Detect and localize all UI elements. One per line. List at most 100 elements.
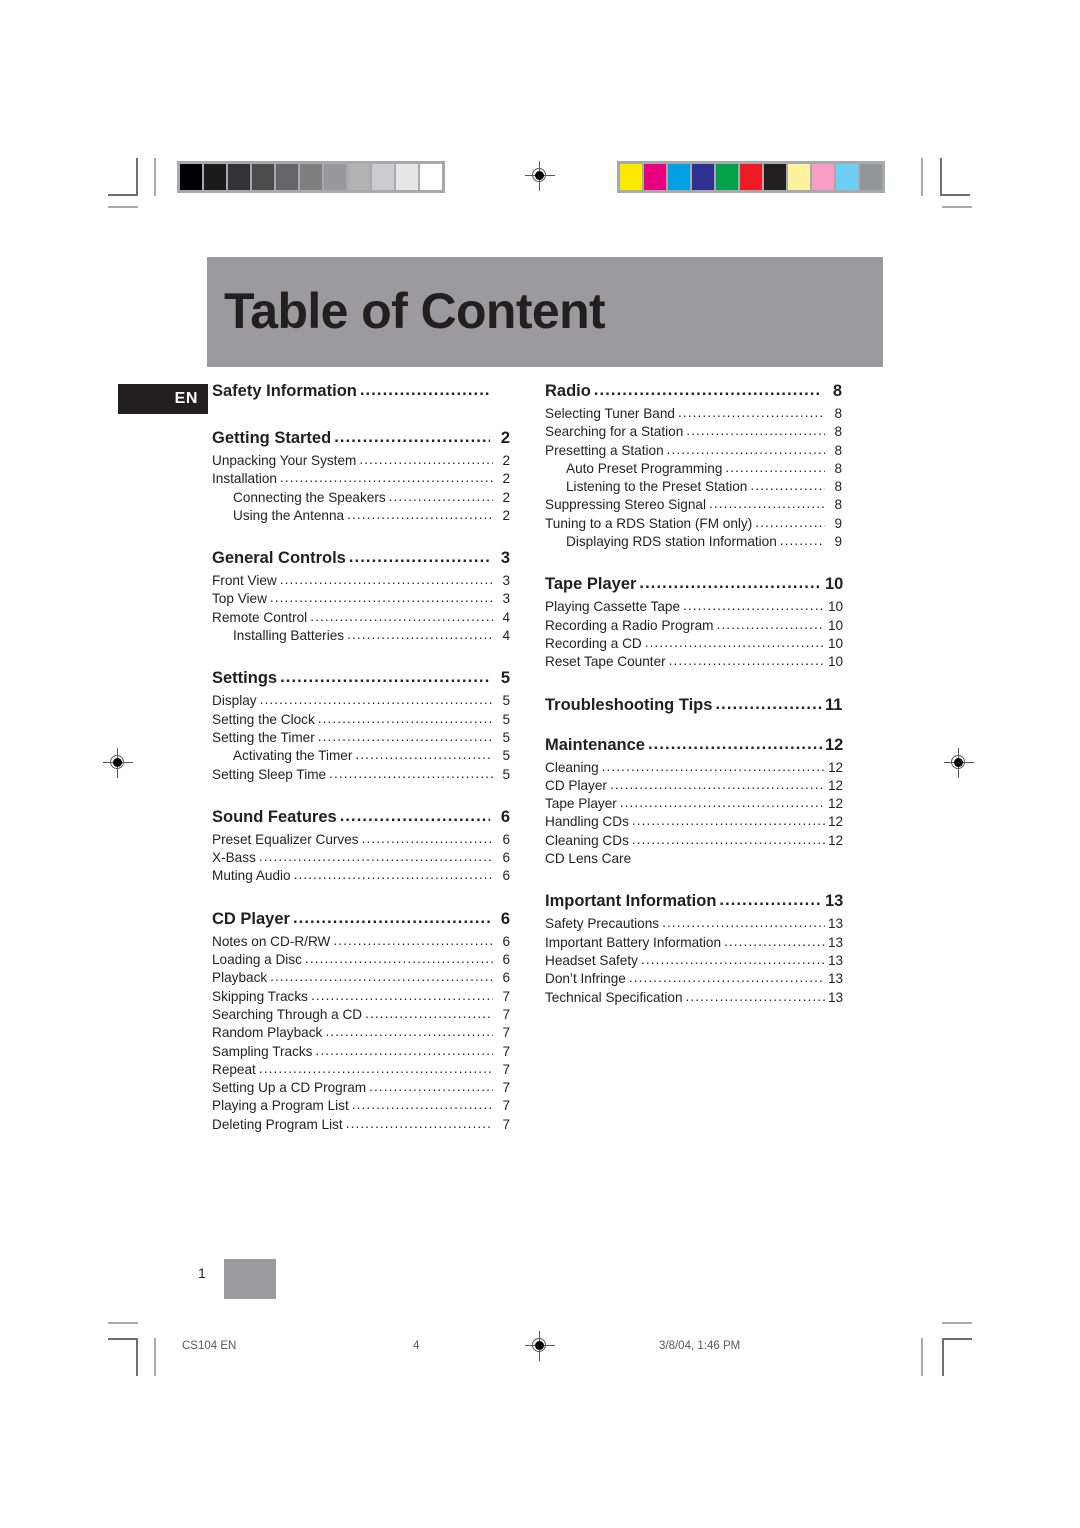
toc-entry[interactable]: CD Player...............................… <box>545 777 843 795</box>
toc-page-number: 6 <box>502 850 510 866</box>
toc-entry[interactable]: Cleaning CDs............................… <box>545 832 844 850</box>
toc-entry[interactable]: Playing a Program List..................… <box>212 1097 510 1115</box>
toc-entry[interactable]: Installing Batteries....................… <box>212 627 510 645</box>
toc-entry[interactable]: Reset Tape Counter......................… <box>545 653 843 671</box>
calibration-swatch <box>763 163 787 191</box>
toc-entry[interactable]: Front View..............................… <box>212 572 510 590</box>
toc-entry[interactable]: Auto Preset Programming.................… <box>545 460 842 478</box>
toc-section-heading[interactable]: Getting Started.........................… <box>212 428 510 449</box>
toc-leader-dots: ........................................… <box>280 668 490 687</box>
toc-entry[interactable]: Random Playback.........................… <box>212 1024 510 1042</box>
toc-section-heading[interactable]: Important Information...................… <box>545 891 843 912</box>
toc-section-heading[interactable]: Sound Features..........................… <box>212 807 510 828</box>
toc-page-number: 6 <box>502 868 510 884</box>
toc-leader-dots: ........................................… <box>361 830 493 846</box>
toc-entry-label: Random Playback <box>212 1025 323 1041</box>
toc-entry-label: Installing Batteries <box>233 628 345 644</box>
toc-entry[interactable]: Activating the Timer....................… <box>212 747 510 765</box>
toc-entry[interactable]: Repeat..................................… <box>212 1061 510 1079</box>
toc-entry[interactable]: Unpacking Your System...................… <box>212 452 510 470</box>
toc-section-heading[interactable]: Maintenance.............................… <box>545 735 843 756</box>
toc-spacer <box>545 551 842 574</box>
toc-section-heading[interactable]: Safety Information......................… <box>212 381 510 402</box>
toc-entry[interactable]: Sampling Tracks.........................… <box>212 1043 510 1061</box>
toc-entry-label: Listening to the Preset Station <box>566 479 748 495</box>
toc-entry[interactable]: Using the Antenna.......................… <box>212 507 510 525</box>
toc-entry[interactable]: CD Lens Care............................… <box>545 850 842 868</box>
toc-section-heading[interactable]: Troubleshooting Tips....................… <box>545 695 842 716</box>
toc-entry[interactable]: Setting the Clock.......................… <box>212 711 510 729</box>
toc-leader-dots: ........................................… <box>619 795 825 811</box>
printed-page: Table of Content EN Safety Information..… <box>0 0 1080 1528</box>
toc-leader-dots: ........................................… <box>677 405 825 420</box>
toc-entry[interactable]: X-Bass..................................… <box>212 849 510 867</box>
toc-entry[interactable]: Playback................................… <box>212 969 510 987</box>
toc-page-number: 3 <box>502 573 510 589</box>
toc-entry[interactable]: Preset Equalizer Curves.................… <box>212 831 510 849</box>
toc-leader-dots: ........................................… <box>662 915 825 931</box>
toc-page-number: 9 <box>834 515 842 531</box>
toc-entry[interactable]: Cleaning................................… <box>545 759 843 777</box>
toc-page-number: 6 <box>502 970 510 986</box>
toc-section-label: Sound Features <box>212 807 337 826</box>
toc-entry[interactable]: Notes on CD-R/RW........................… <box>212 933 510 951</box>
toc-entry-label: Playback <box>212 970 268 986</box>
toc-entry[interactable]: Suppressing Stereo Signal...............… <box>545 496 842 514</box>
toc-entry[interactable]: Important Battery Information...........… <box>545 934 843 952</box>
toc-entry[interactable]: Recording a CD..........................… <box>545 635 843 653</box>
toc-entry[interactable]: Remote Control..........................… <box>212 609 510 627</box>
toc-entry[interactable]: Top View................................… <box>212 590 510 608</box>
toc-entry[interactable]: Technical Specification.................… <box>545 989 843 1007</box>
toc-leader-dots: ........................................… <box>755 514 825 530</box>
calibration-swatch <box>371 163 395 191</box>
toc-page-number: 2 <box>502 453 510 468</box>
toc-page-number: 8 <box>834 406 842 421</box>
toc-entry[interactable]: Loading a Disc..........................… <box>212 951 510 969</box>
toc-page-number: 6 <box>502 933 510 949</box>
toc-entry[interactable]: Muting Audio............................… <box>212 867 510 885</box>
toc-entry[interactable]: Don’t Infringe..........................… <box>545 970 843 988</box>
toc-entry[interactable]: Installation............................… <box>212 470 510 488</box>
toc-leader-dots: ........................................… <box>317 710 493 726</box>
calibration-swatch <box>691 163 715 191</box>
toc-entry[interactable]: Selecting Tuner Band....................… <box>545 405 842 423</box>
toc-entry-label: Installation <box>212 471 277 487</box>
toc-section-label: Radio <box>545 382 591 400</box>
toc-entry[interactable]: Deleting Program List...................… <box>212 1116 510 1134</box>
toc-section-heading[interactable]: Settings................................… <box>212 668 510 689</box>
toc-leader-dots: ........................................… <box>347 627 493 643</box>
registration-mark-top-center <box>525 161 555 191</box>
toc-entry-label: Muting Audio <box>212 868 291 884</box>
toc-section-heading[interactable]: General Controls........................… <box>212 548 510 569</box>
toc-entry[interactable]: Display.................................… <box>212 692 510 710</box>
toc-entry[interactable]: Listening to the Preset Station.........… <box>545 478 842 496</box>
toc-entry[interactable]: Connecting the Speakers.................… <box>212 489 510 507</box>
toc-entry[interactable]: Tape Player.............................… <box>545 795 843 813</box>
toc-entry[interactable]: Headset Safety..........................… <box>545 952 843 970</box>
calibration-swatch <box>643 163 667 191</box>
toc-entry[interactable]: Skipping Tracks.........................… <box>212 988 510 1006</box>
toc-entry[interactable]: Safety Precautions......................… <box>545 915 843 933</box>
toc-section-heading[interactable]: CD Player...............................… <box>212 909 510 930</box>
toc-entry[interactable]: Playing Cassette Tape...................… <box>545 598 843 616</box>
toc-entry-label: Setting Up a CD Program <box>212 1080 367 1096</box>
toc-section-heading[interactable]: Tape Player.............................… <box>545 574 843 595</box>
toc-entry[interactable]: Tuning to a RDS Station (FM only).......… <box>545 515 842 533</box>
toc-entry[interactable]: Setting the Timer.......................… <box>212 729 510 747</box>
toc-entry[interactable]: Recording a Radio Program...............… <box>545 617 843 635</box>
toc-entry[interactable]: Handling CDs............................… <box>545 813 843 831</box>
toc-entry-label: Recording a CD <box>545 635 642 651</box>
toc-entry[interactable]: Presetting a Station....................… <box>545 442 842 460</box>
toc-entry-label: Setting Sleep Time <box>212 766 327 782</box>
toc-entry[interactable]: Searching for a Station.................… <box>545 423 842 441</box>
toc-entry[interactable]: Setting Up a CD Program.................… <box>212 1079 510 1097</box>
toc-section-heading[interactable]: Radio...................................… <box>545 381 842 402</box>
toc-entry[interactable]: Displaying RDS station Information......… <box>545 533 842 551</box>
toc-page-number: 12 <box>828 832 844 848</box>
toc-entry[interactable]: Setting Sleep Time......................… <box>212 766 510 784</box>
trim-line-left-top <box>154 158 156 196</box>
toc-entry[interactable]: Searching Through a CD..................… <box>212 1006 510 1024</box>
toc-page-number: 7 <box>502 1080 510 1096</box>
toc-page-number: 7 <box>502 988 510 1004</box>
toc-page-number: 8 <box>832 382 842 400</box>
